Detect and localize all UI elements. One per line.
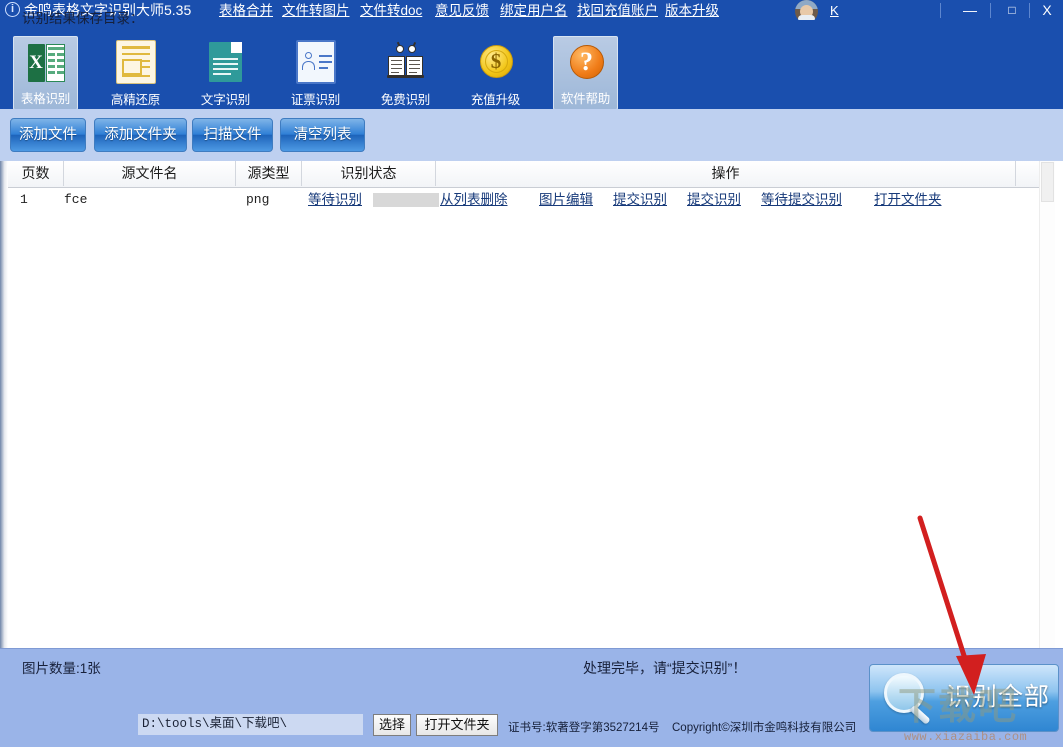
close-button[interactable]: X [1032,0,1062,20]
titlebar-separator-1 [940,3,941,18]
text-page-icon [203,40,249,86]
add-folder-button[interactable]: 添加文件夹 [94,118,187,152]
gold-coin-icon: $ [473,40,519,86]
add-file-button[interactable]: 添加文件 [10,118,86,152]
nav-link-feedback[interactable]: 意见反馈 [435,2,489,19]
table-row[interactable]: 1 fce png 等待识别 从列表删除 图片编辑 提交识别 提交识别 等待提交… [8,187,1055,213]
excel-table-icon: X [23,41,69,87]
app-logo-icon: i [5,2,20,17]
license-number: 证书号:软著登字第3527214号 [508,721,659,736]
open-book-icon [383,40,429,86]
copyright-text: Copyright©深圳市金鸣科技有限公司 [672,721,856,736]
nav-link-bind-username[interactable]: 绑定用户名 [500,2,568,19]
choose-directory-button[interactable]: 选择 [373,714,411,736]
operation-edit-image[interactable]: 图片编辑 [539,187,593,213]
toolbar-item-table-recognition[interactable]: X 表格识别 [13,36,78,110]
scrollbar-thumb[interactable] [1041,162,1054,202]
toolbar-item-label: 充值升级 [463,93,528,107]
toolbar-item-label: 免费识别 [373,93,438,107]
cell-file-type: png [246,187,269,213]
column-header-status: 识别状态 [302,161,436,186]
save-dir-label: 识别结果保存目录： [22,10,144,28]
application-window: i 金鸣表格文字识别大师5.35 表格合并 文件转图片 文件转doc 意见反馈 … [0,0,1063,747]
nav-link-version-upgrade[interactable]: 版本升级 [665,2,719,19]
toolbar-item-high-precision-restore[interactable]: 高精还原 [103,36,168,110]
column-header-page-count: 页数 [8,161,64,186]
nav-link-file-to-image[interactable]: 文件转图片 [282,2,350,19]
toolbar-item-label: 软件帮助 [554,92,617,106]
cell-page-count: 1 [20,187,28,213]
nav-link-recover-account[interactable]: 找回充值账户 [577,2,658,19]
toolbar-item-text-recognition[interactable]: 文字识别 [193,36,258,110]
status-message: 处理完毕，请“提交识别”！ [583,659,746,677]
titlebar-separator-2 [990,3,991,18]
icon-toolbar: X 表格识别 [0,20,1063,109]
column-header-file-name: 源文件名 [64,161,236,186]
table-header-row: 页数 源文件名 源类型 识别状态 操作 [8,161,1055,188]
toolbar-item-free-recognition[interactable]: 免费识别 [373,36,438,110]
left-edge-strip [0,161,8,648]
open-folder-button[interactable]: 打开文件夹 [416,714,498,736]
toolbar-item-label: 证票识别 [283,93,348,107]
cell-status-link[interactable]: 等待识别 [308,187,362,213]
scan-file-button[interactable]: 扫描文件 [192,118,273,152]
image-count-label: 图片数量:1张 [22,660,101,678]
title-bar: i 金鸣表格文字识别大师5.35 表格合并 文件转图片 文件转doc 意见反馈 … [0,0,1063,20]
toolbar-item-software-help[interactable]: ? 软件帮助 [553,36,618,110]
toolbar-item-certificate-recognition[interactable]: 证票识别 [283,36,348,110]
toolbar-item-label: 文字识别 [193,93,258,107]
toolbar-item-label: 表格识别 [14,92,77,106]
document-restore-icon [113,40,159,86]
vertical-scrollbar[interactable] [1039,161,1055,648]
toolbar-item-label: 高精还原 [103,93,168,107]
operation-pending-submit[interactable]: 等待提交识别 [761,187,842,213]
operation-remove-from-list[interactable]: 从列表删除 [440,187,508,213]
clear-list-button[interactable]: 清空列表 [280,118,365,152]
cell-file-name: fce [64,187,87,213]
nav-link-file-to-doc[interactable]: 文件转doc [360,2,422,19]
magnifier-icon [884,673,940,725]
save-dir-input[interactable] [138,714,363,735]
operation-submit-recognize-2[interactable]: 提交识别 [687,187,741,213]
user-name-label[interactable]: K [830,2,839,19]
titlebar-separator-3 [1029,3,1030,18]
recognize-all-label: 识别全部 [946,681,1050,713]
file-table: 页数 源文件名 源类型 识别状态 操作 1 fce png 等待识别 从列表删除… [8,161,1055,648]
help-question-icon: ? [563,41,609,87]
recognize-all-button[interactable]: 识别全部 [869,664,1059,732]
column-header-file-type: 源类型 [236,161,302,186]
minimize-button[interactable]: — [952,0,988,20]
content-area: 页数 源文件名 源类型 识别状态 操作 1 fce png 等待识别 从列表删除… [0,161,1063,648]
id-card-icon [293,40,339,86]
column-header-operations: 操作 [436,161,1016,186]
operation-open-folder[interactable]: 打开文件夹 [874,187,942,213]
maximize-button[interactable]: □ [995,0,1029,20]
status-progress-bar [373,193,439,207]
toolbar-item-recharge-upgrade[interactable]: $ 充值升级 [463,36,528,110]
operation-submit-recognize-1[interactable]: 提交识别 [613,187,667,213]
nav-link-merge-tables[interactable]: 表格合并 [219,2,273,19]
action-button-bar: 添加文件 添加文件夹 扫描文件 清空列表 [0,109,1063,161]
